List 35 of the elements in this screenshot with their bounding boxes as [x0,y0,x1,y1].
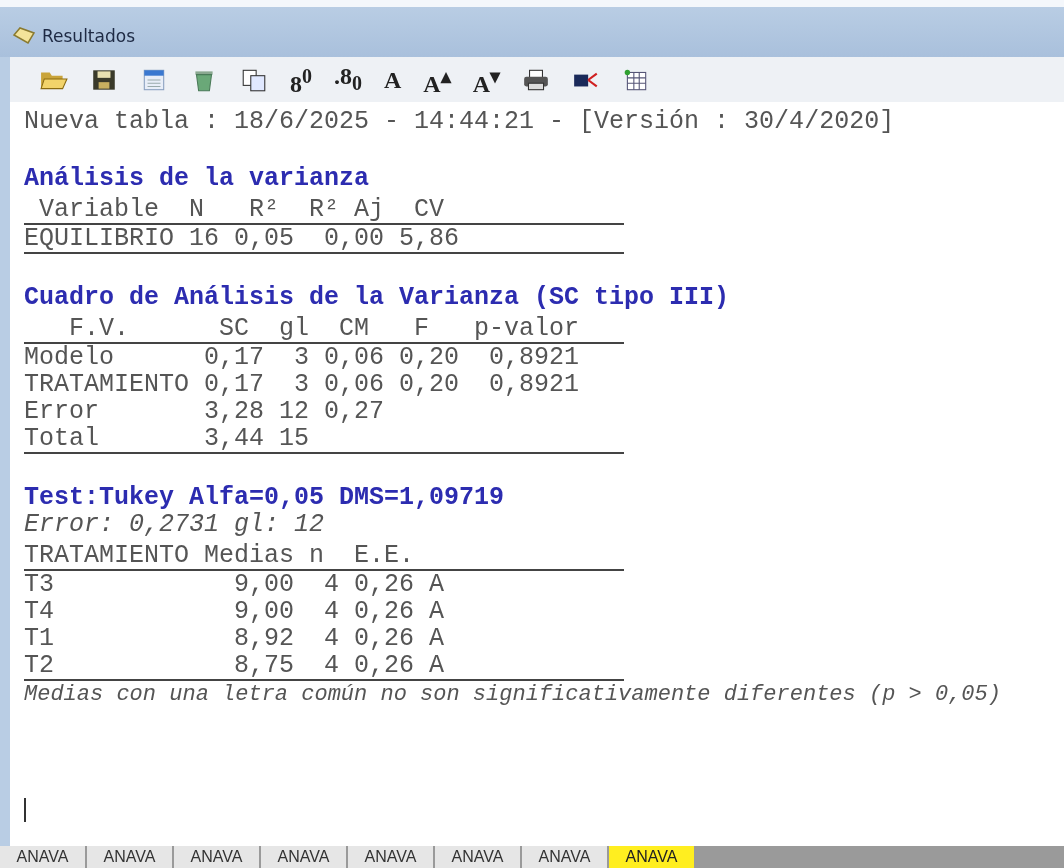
table-row: EQUILIBRIO 16 0,05 0,00 5,86 [24,225,625,254]
sheet-tab[interactable]: ANAVA [0,846,85,868]
table-header: TRATAMIENTO Medias n E.E. [24,542,625,571]
table-row-text: Error 3,28 12 0,27 [24,398,386,425]
toolbar-button[interactable]: .8$_{0}$ [334,64,362,95]
output-note: Medias con una letra común no son significativamente diferentes (p > 0,05) [24,681,1002,708]
sheet-tab[interactable]: ANAVA [348,846,433,868]
sheet-tab[interactable]: ANAVA [174,846,259,868]
toolbar-button[interactable]: A [384,67,402,92]
copy-icon[interactable] [240,67,268,92]
text-cursor [24,798,26,822]
table-row-text: Modelo 0,17 3 0,06 0,20 0,8921 [24,344,581,371]
toolbar-button[interactable]: 8$^{0}$ [290,63,312,96]
table-row-text: T3 9,00 4 0,26 A [24,571,446,598]
table-row: T2 8,75 4 0,26 A [24,652,625,681]
section-heading: Test:Tukey Alfa=0,05 DMS=1,09719 [24,484,506,511]
printer-icon[interactable] [522,67,551,92]
sheet-tab[interactable]: ANAVA [609,846,694,868]
sheet-tab[interactable]: ANAVA [261,846,346,868]
section-heading: Cuadro de Análisis de la Varianza (SC tipo III) [24,284,731,311]
toolbar-button[interactable]: A$^{▴}$ [423,63,451,96]
output-line: Nueva tabla : 18/6/2025 - 14:44:21 - [Versión : 30/4/2020] [24,108,896,135]
section-heading: Análisis de la varianza [24,165,371,192]
table-row-text: T1 8,92 4 0,26 A [24,625,446,652]
toolbar-button[interactable]: A$^{▾}$ [472,63,501,96]
sheet-tab[interactable]: ANAVA [522,846,607,868]
table-row: Total 3,44 15 [24,425,625,454]
table-row-text: TRATAMIENTO 0,17 3 0,06 0,20 0,8921 [24,371,581,398]
sheet-tab[interactable]: ANAVA [435,846,520,868]
sheet-tab[interactable]: ANAVA [87,846,172,868]
output-note: Error: 0,2731 gl: 12 [24,511,326,538]
table-row-text: T4 9,00 4 0,26 A [24,598,446,625]
table-header: F.V. SC gl CM F p-valor [24,315,625,344]
window-title: Resultados [42,25,135,46]
table-header: Variable N R² R² Aj CV [24,196,625,225]
